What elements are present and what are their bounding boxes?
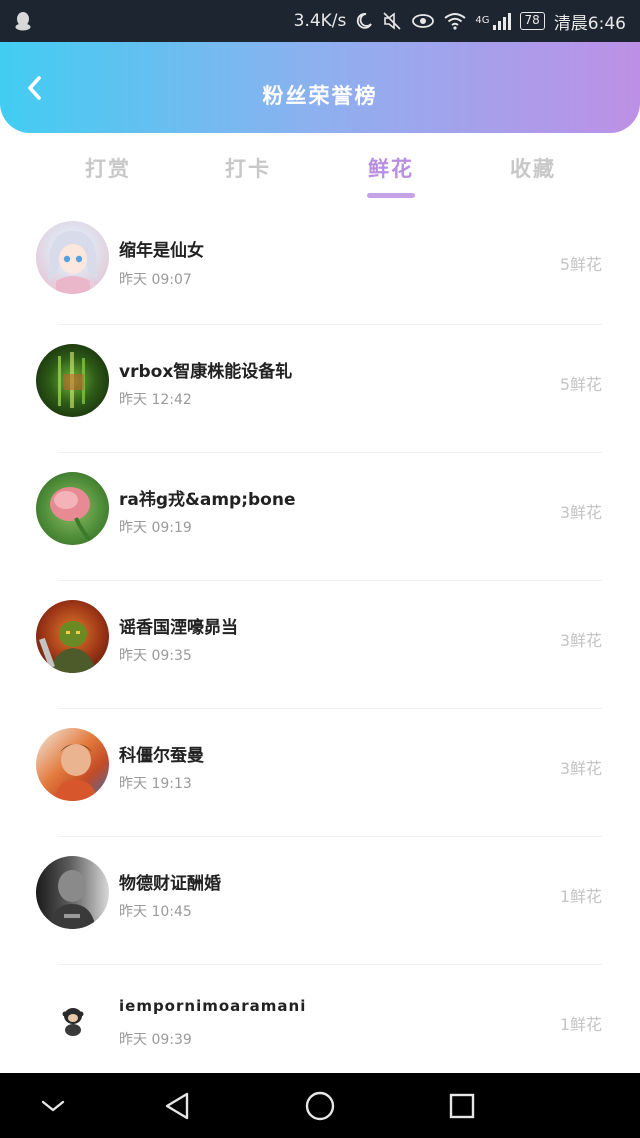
- flower-count: 1鲜花: [559, 1015, 602, 1034]
- flower-count: 1鲜花: [559, 887, 602, 906]
- flower-count: 3鲜花: [559, 631, 602, 650]
- mute-icon: [382, 10, 402, 32]
- tab-reward[interactable]: 打赏: [48, 153, 168, 183]
- fan-time: 昨天 19:13: [119, 776, 192, 792]
- hide-nav-button[interactable]: [33, 1087, 73, 1125]
- fan-time: 昨天 09:07: [119, 272, 192, 288]
- fan-time: 昨天 09:19: [119, 520, 192, 536]
- list-item[interactable]: 谣香国湮嚎昴当 昨天 09:35 3鲜花: [0, 556, 640, 684]
- fan-name: 缩年是仙女: [119, 241, 204, 261]
- triangle-back-icon: [165, 1092, 189, 1120]
- avatar: [36, 600, 109, 673]
- fan-time: 昨天 09:35: [119, 648, 192, 664]
- flower-count: 3鲜花: [559, 503, 602, 522]
- wifi-icon: [444, 10, 467, 32]
- fan-name: vrbox智康株能设备轧: [119, 362, 293, 382]
- list-item[interactable]: 科僵尔蚕曼 昨天 19:13 3鲜花: [0, 684, 640, 812]
- fan-name: 物德财证酬婚: [119, 874, 221, 894]
- active-tab-indicator: [367, 193, 415, 198]
- anime-girl-avatar: [48, 230, 98, 294]
- child-photo-avatar: [54, 744, 98, 801]
- tab-flowers[interactable]: 鲜花: [331, 153, 451, 183]
- avatar: [36, 856, 109, 929]
- list-item[interactable]: vrbox智康株能设备轧 昨天 12:42 5鲜花: [0, 300, 640, 428]
- list-item[interactable]: ra祎g戎&amp;bone 昨天 09:19 3鲜花: [0, 428, 640, 556]
- qq-penguin-icon: [14, 10, 32, 32]
- signal-strength-icon: [492, 12, 511, 30]
- network-speed: 3.4K/s: [293, 11, 347, 31]
- fan-time: 昨天 09:39: [119, 1032, 192, 1048]
- avatar: [36, 344, 109, 417]
- grayscale-portrait-avatar: [48, 870, 96, 929]
- square-recents-icon: [449, 1093, 475, 1119]
- avatar: [36, 472, 109, 545]
- fan-name: 谣香国湮嚎昴当: [119, 618, 238, 638]
- pink-flower-avatar: [50, 487, 94, 544]
- tab-bar: 打赏 打卡 鲜花 收藏: [0, 133, 640, 213]
- nav-home-button[interactable]: [300, 1087, 340, 1125]
- avatar: [36, 221, 109, 294]
- moon-icon: [355, 10, 373, 32]
- fan-name: 科僵尔蚕曼: [119, 746, 204, 766]
- monkey-sticker-avatar: [62, 1008, 84, 1036]
- eye-icon: [411, 10, 435, 32]
- battery-icon: 78: [519, 12, 545, 30]
- system-nav-bar: [0, 1073, 640, 1138]
- list-item[interactable]: iempornimoaramani 昨天 09:39 1鲜花: [0, 940, 640, 1068]
- network-type: 4G: [475, 14, 490, 26]
- header: 粉丝荣誉榜: [0, 42, 640, 133]
- fan-time: 昨天 10:45: [119, 904, 192, 920]
- fan-name: ra祎g戎&amp;bone: [119, 490, 296, 510]
- status-bar: 3.4K/s 4G 78 清晨6:46: [0, 0, 640, 42]
- flower-count: 5鲜花: [559, 375, 602, 394]
- list-item[interactable]: 缩年是仙女 昨天 09:07 5鲜花: [0, 213, 640, 300]
- fan-ranking-list: 缩年是仙女 昨天 09:07 5鲜花 vrbox智康株能设备轧 昨天 12:42…: [0, 213, 640, 1073]
- screen: 3.4K/s 4G 78 清晨6:46 粉丝荣誉榜 打赏 打卡 鲜花 收藏 缩年…: [0, 0, 640, 1138]
- green-lights-avatar: [58, 352, 85, 408]
- tab-checkin[interactable]: 打卡: [188, 153, 308, 183]
- fan-name: iempornimoaramani: [119, 997, 307, 1015]
- nav-back-button[interactable]: [157, 1087, 197, 1125]
- avatar: [36, 728, 109, 801]
- circle-home-icon: [305, 1091, 335, 1121]
- avatar: [36, 984, 109, 1057]
- tab-favorites[interactable]: 收藏: [473, 153, 593, 183]
- chevron-down-icon: [41, 1100, 65, 1112]
- flower-count: 5鲜花: [559, 255, 602, 274]
- orc-warrior-avatar: [39, 621, 96, 673]
- clock: 清晨6:46: [553, 13, 626, 34]
- nav-recents-button[interactable]: [442, 1087, 482, 1125]
- fan-time: 昨天 12:42: [119, 392, 192, 408]
- page-title: 粉丝荣誉榜: [262, 84, 378, 108]
- list-item[interactable]: 物德财证酬婚 昨天 10:45 1鲜花: [0, 812, 640, 940]
- flower-count: 3鲜花: [559, 759, 602, 778]
